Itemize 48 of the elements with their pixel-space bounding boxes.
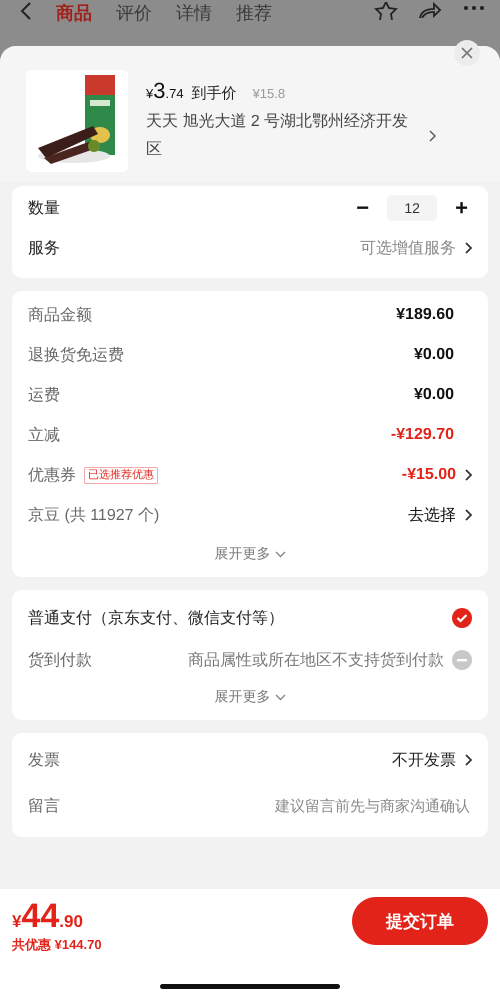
chevron-down-icon	[274, 550, 286, 558]
quantity-label: 数量	[28, 198, 60, 218]
fee-value: -¥129.70	[390, 426, 454, 444]
fee-label: 商品金额	[28, 306, 92, 326]
star-icon[interactable]	[374, 2, 398, 20]
coupon-tag: 已选推荐优惠	[84, 466, 158, 484]
check-icon[interactable]	[452, 608, 472, 628]
fee-value[interactable]: -¥15.00	[402, 466, 456, 484]
fee-value: ¥0.00	[414, 346, 454, 364]
delivery-address[interactable]: 天天 旭光大道 2 号湖北鄂州经济开发区	[146, 108, 421, 164]
share-icon[interactable]	[418, 2, 442, 18]
service-label: 服务	[28, 238, 60, 258]
price-label: 到手价	[192, 84, 237, 103]
chevron-down-icon	[274, 694, 286, 700]
extra-label: 发票	[28, 750, 60, 770]
payment-option[interactable]: 普通支付（京东支付、微信支付等）	[28, 608, 284, 628]
fee-label: 运费	[28, 386, 60, 406]
close-button[interactable]	[454, 40, 480, 66]
hand-price: ¥3.74	[146, 78, 184, 104]
fee-value: ¥189.60	[396, 306, 454, 324]
payment-note: 商品属性或所在地区不支持货到付款	[188, 650, 444, 670]
service-value[interactable]: 可选增值服务	[360, 238, 456, 258]
close-icon	[461, 47, 473, 59]
extra-label: 留言	[28, 796, 60, 816]
chevron-icon	[429, 130, 436, 142]
fee-label: 退换货免运费	[28, 346, 124, 366]
back-icon[interactable]	[20, 2, 32, 20]
quantity-field[interactable]: 12	[387, 195, 438, 221]
expand-more-button[interactable]: 展开更多	[214, 535, 286, 569]
chevron-icon	[464, 754, 472, 766]
nav-tab[interactable]: 详情	[176, 2, 212, 24]
fee-label: 优惠券	[28, 466, 76, 486]
fee-value: ¥0.00	[414, 386, 454, 404]
total-price: ¥44.90	[12, 897, 84, 936]
fee-label: 立减	[28, 426, 60, 446]
message-field[interactable]: 建议留言前先与商家沟通确认	[232, 796, 472, 816]
nav-tab[interactable]: 推荐	[236, 2, 272, 24]
submit-order-button[interactable]: 提交订单	[352, 897, 488, 945]
plus-button[interactable]: +	[451, 198, 472, 218]
minus-button[interactable]: −	[352, 198, 374, 218]
fee-label: 京豆 (共 11927 个)	[28, 506, 160, 526]
expand-more-button[interactable]: 展开更多	[214, 678, 286, 712]
original-price: ¥15.8	[252, 86, 286, 101]
total-savings: 共优惠 ¥144.70	[12, 936, 102, 954]
invoice-value[interactable]: 不开发票	[392, 750, 456, 770]
fee-value[interactable]: 去选择	[408, 504, 456, 526]
nav-tab[interactable]: 评价	[116, 2, 152, 24]
chevron-icon	[464, 242, 472, 254]
